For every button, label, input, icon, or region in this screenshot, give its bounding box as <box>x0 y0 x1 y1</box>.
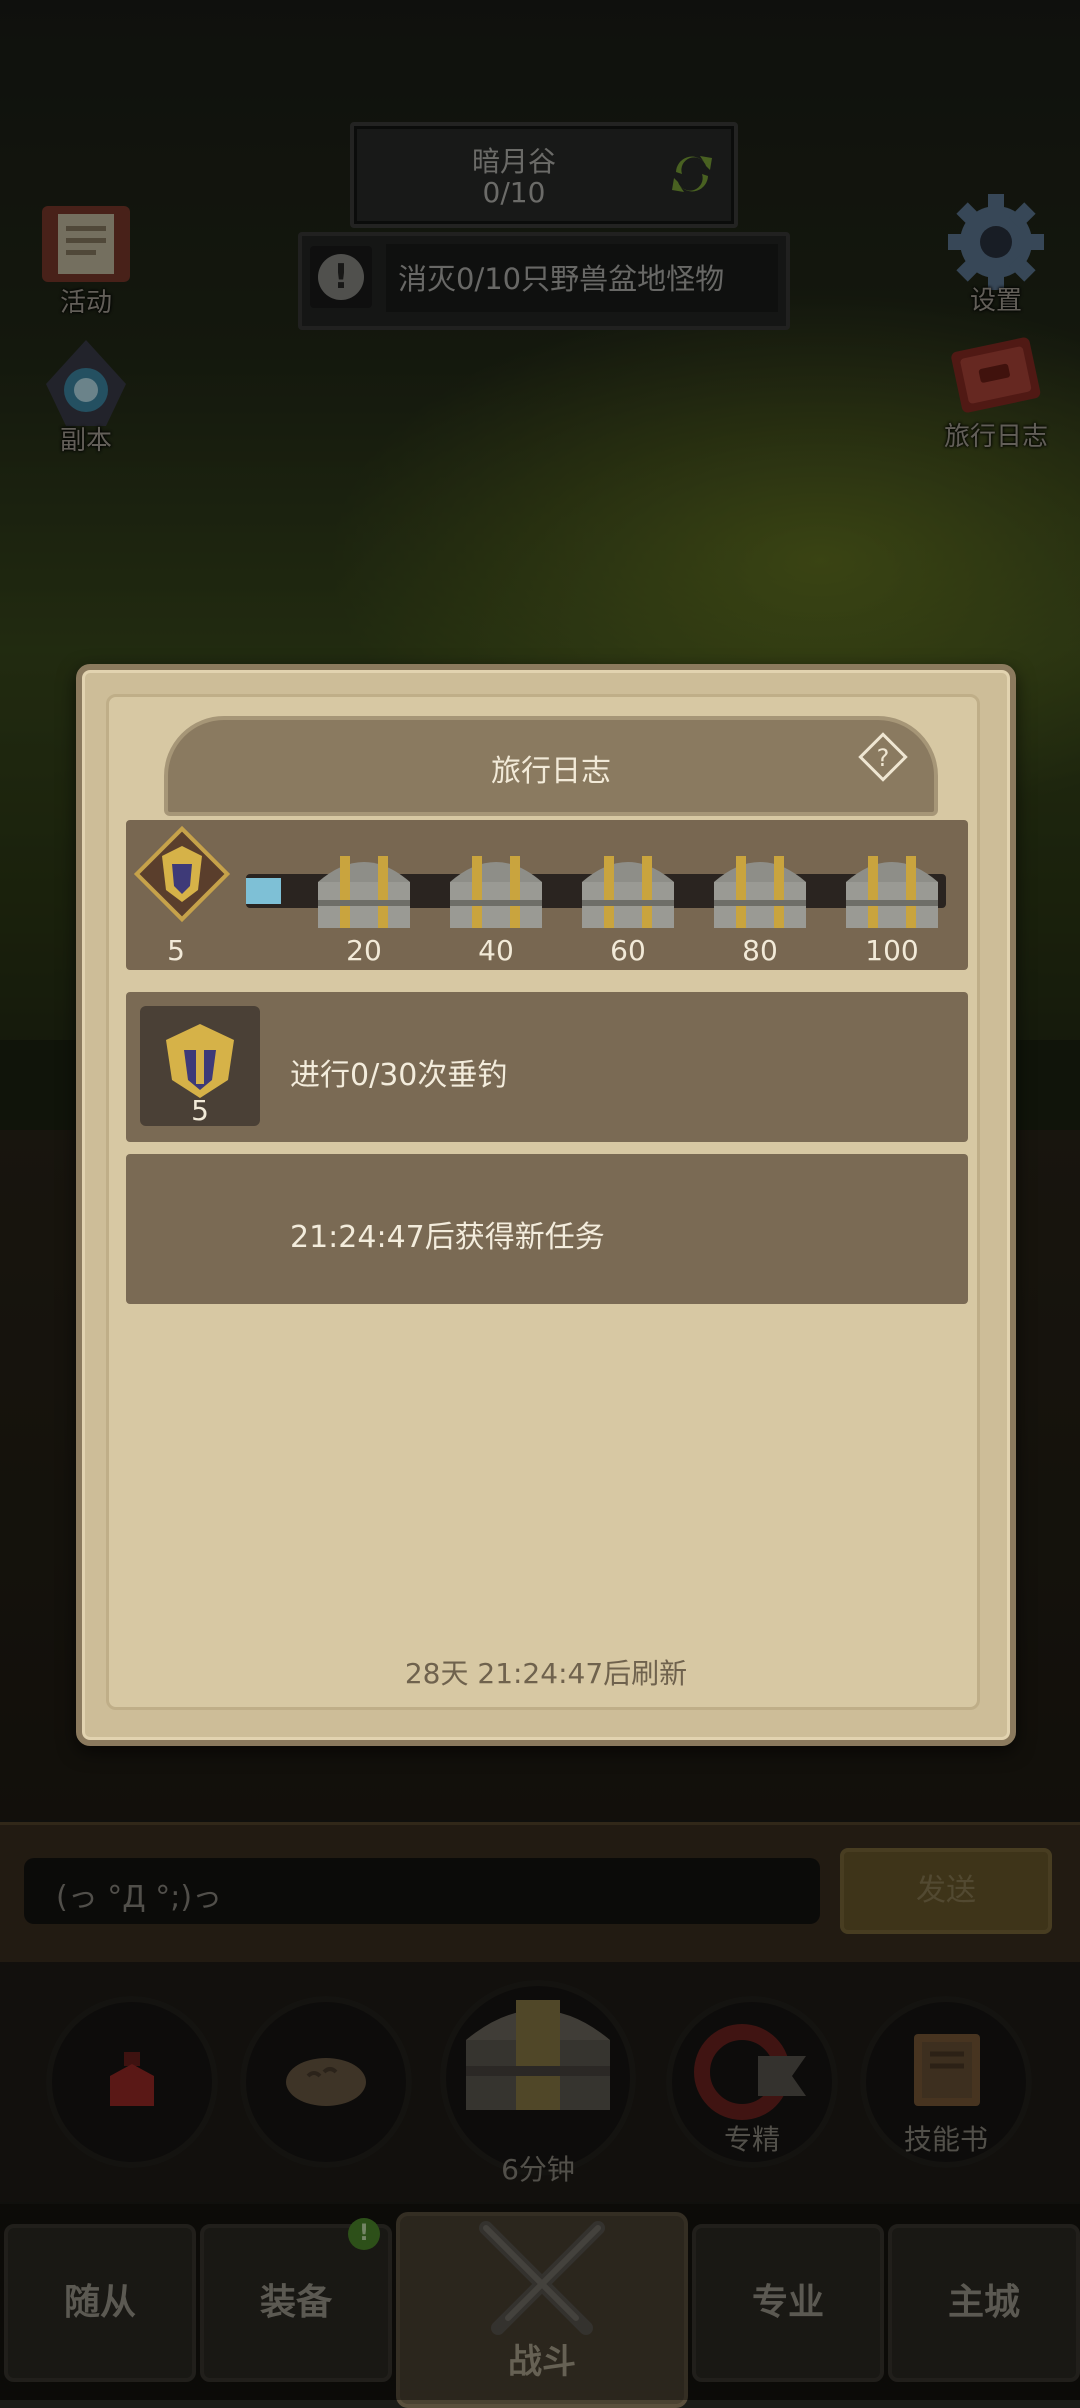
travel-log-modal: 旅行日志 ? 5 20 40 60 80 100 5 进行0/30次垂钓 21:… <box>76 664 1016 1746</box>
points-progress-fill <box>246 878 281 904</box>
task-reward: 5 <box>140 1006 260 1127</box>
next-task-card: 21:24:47后获得新任务 <box>126 1154 968 1304</box>
milestone-label: 40 <box>478 934 514 967</box>
modal-title: 旅行日志 <box>491 754 611 789</box>
points-emblem-icon <box>133 825 231 923</box>
milestone-chest-icon[interactable] <box>310 848 418 936</box>
current-points: 5 <box>167 934 185 967</box>
refresh-countdown: 28天 21:24:47后刷新 <box>404 1657 688 1690</box>
milestone-label: 20 <box>346 934 382 967</box>
milestone-label: 60 <box>610 934 646 967</box>
milestone-chest-icon[interactable] <box>706 848 814 936</box>
points-progress-card: 5 20 40 60 80 100 <box>126 820 968 970</box>
milestone-label: 80 <box>742 934 778 967</box>
milestone-chest-icon[interactable] <box>442 848 550 936</box>
svg-text:?: ? <box>877 744 890 772</box>
task-reward-points: 5 <box>191 1094 209 1127</box>
milestone-chest-icon[interactable] <box>838 848 946 936</box>
milestone-chest-icon[interactable] <box>574 848 682 936</box>
milestone-label: 100 <box>865 934 919 967</box>
helmet-emblem-icon <box>166 1024 234 1098</box>
task-card: 5 进行0/30次垂钓 <box>126 992 968 1142</box>
help-icon[interactable]: ? <box>856 730 910 784</box>
modal-header: 旅行日志 <box>164 716 938 816</box>
next-task-text: 21:24:47后获得新任务 <box>290 1220 605 1255</box>
task-text: 进行0/30次垂钓 <box>290 1058 508 1093</box>
